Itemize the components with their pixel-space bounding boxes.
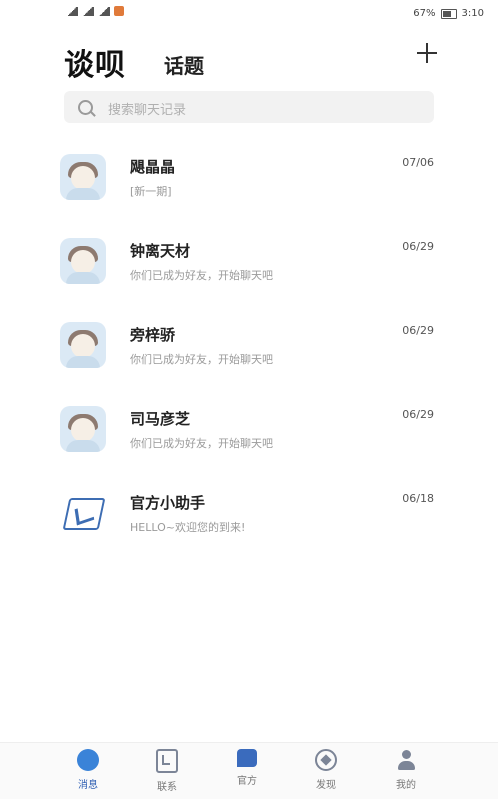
clock: 3:10	[461, 8, 484, 19]
message-date: 06/29	[402, 324, 434, 337]
tab-label: 消息	[78, 780, 98, 791]
search-icon	[78, 100, 93, 115]
message-date: 06/18	[402, 492, 434, 505]
message-preview: 你们已成为好友，开始聊天吧	[130, 437, 273, 450]
list-item[interactable]: 飓晶晶 [新一期] 07/06	[0, 140, 498, 224]
message-date: 06/29	[402, 240, 434, 253]
discover-icon	[315, 749, 337, 771]
contact-name: 飓晶晶	[130, 158, 176, 176]
tab-label: 发现	[316, 780, 336, 791]
page-title[interactable]: 谈呗	[64, 40, 126, 84]
tab-label: 我的	[396, 780, 416, 791]
official-logo-icon	[60, 490, 106, 536]
battery-icon	[440, 8, 457, 19]
notification-icon	[114, 6, 124, 16]
list-item[interactable]: 官方小助手 HELLO~欢迎您的到来! 06/18	[0, 476, 498, 560]
tab-discover[interactable]: 发现	[296, 749, 356, 791]
battery-percent: 67%	[413, 8, 436, 19]
app-header: 谈呗 话题	[0, 36, 498, 84]
wifi-icon	[98, 6, 110, 16]
status-right: 67% 3:10	[413, 8, 484, 19]
signal-icon	[66, 6, 78, 16]
list-item[interactable]: 旁梓骄 你们已成为好友，开始聊天吧 06/29	[0, 308, 498, 392]
list-item[interactable]: 司马彦芝 你们已成为好友，开始聊天吧 06/29	[0, 392, 498, 476]
contact-name: 司马彦芝	[130, 410, 191, 428]
contact-icon	[156, 749, 178, 773]
message-preview: [新一期]	[130, 185, 172, 198]
avatar	[60, 238, 106, 284]
message-date: 07/06	[402, 156, 434, 169]
avatar	[60, 154, 106, 200]
status-bar: 67% 3:10	[0, 0, 498, 30]
contact-name: 官方小助手	[130, 494, 206, 512]
message-preview: 你们已成为好友，开始聊天吧	[130, 269, 273, 282]
tab-topics[interactable]: 话题	[164, 50, 204, 79]
signal-icon-2	[82, 6, 94, 16]
add-button[interactable]	[414, 40, 440, 66]
tab-label: 官方	[237, 776, 257, 787]
message-preview: HELLO~欢迎您的到来!	[130, 521, 246, 534]
avatar	[60, 322, 106, 368]
tab-label: 联系	[157, 782, 177, 793]
search-placeholder: 搜索聊天记录	[108, 103, 187, 118]
message-preview: 你们已成为好友，开始聊天吧	[130, 353, 273, 366]
profile-icon	[395, 749, 417, 771]
tab-messages[interactable]: 消息	[58, 749, 118, 791]
tab-official[interactable]: 官方	[217, 749, 277, 787]
official-icon	[237, 749, 257, 767]
status-left	[66, 6, 124, 16]
message-date: 06/29	[402, 408, 434, 421]
bottom-tab-bar: 消息 联系 官方 发现 我的	[0, 742, 498, 799]
tab-profile[interactable]: 我的	[376, 749, 436, 791]
avatar	[60, 406, 106, 452]
message-icon	[77, 749, 99, 771]
list-item[interactable]: 钟离天材 你们已成为好友，开始聊天吧 06/29	[0, 224, 498, 308]
contact-name: 钟离天材	[130, 242, 191, 260]
tab-contacts[interactable]: 联系	[137, 749, 197, 793]
contact-name: 旁梓骄	[130, 326, 176, 344]
search-bar[interactable]: 搜索聊天记录	[64, 91, 434, 123]
